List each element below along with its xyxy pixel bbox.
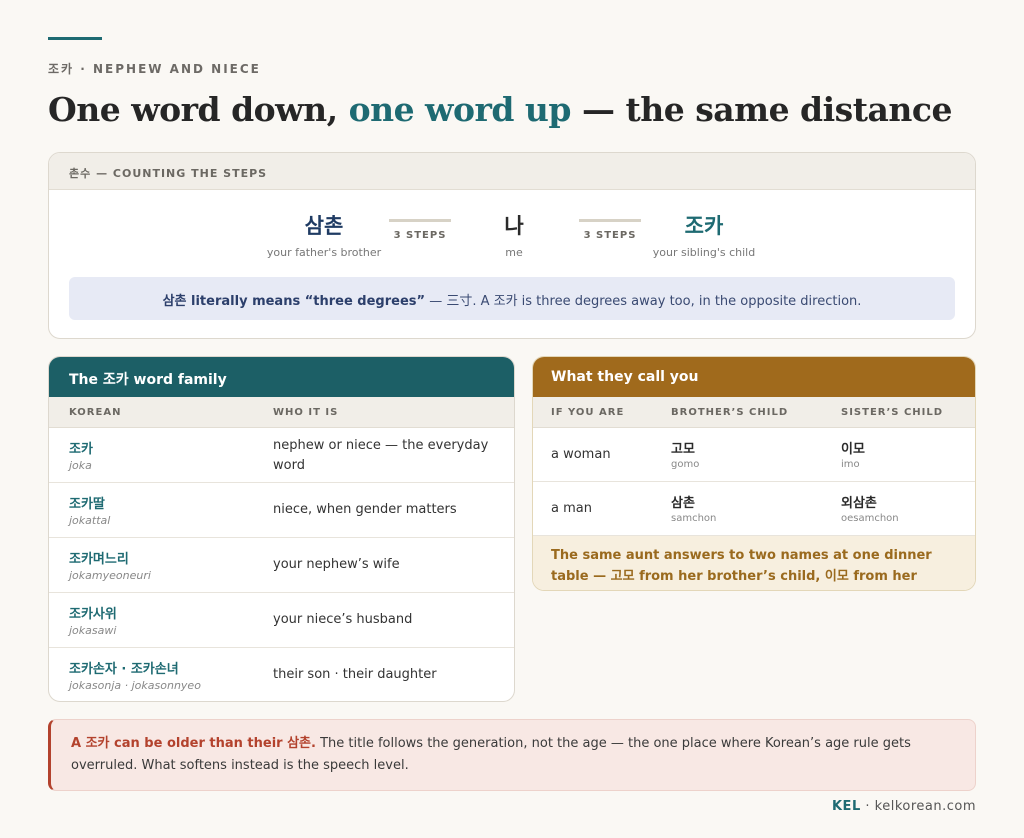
step-left-bar [389, 219, 451, 222]
node-samchon-gloss: your father's brother [266, 246, 382, 259]
col-who: WHO IT IS [273, 407, 339, 418]
table-row: a man 삼촌 samchon 외삼촌 oesamchon [533, 482, 975, 536]
row-roman: jokasawi [69, 624, 117, 637]
step-right-bar [579, 219, 641, 222]
table-row: 조카딸 jokattal niece, when gender matters [49, 483, 514, 538]
row-sister-term: 이모 [841, 442, 865, 457]
node-samchon: 삼촌 your father's brother [259, 210, 389, 259]
col-korean: KOREAN [69, 407, 122, 418]
row-meaning: your niece’s husband [273, 612, 413, 627]
footer-brand: KEL [831, 799, 861, 814]
table-row: a woman 고모 gomo 이모 imo [533, 428, 975, 482]
col-sisters-child: SISTER’S CHILD [841, 407, 944, 418]
headline-part2: — the same distance [571, 90, 952, 129]
table-row: 조카손자 · 조카손녀 jokasonja · jokasonnyeo thei… [49, 648, 514, 701]
row-meaning: nephew or niece — the everyday word [273, 438, 489, 473]
note-bold: 삼촌 literally means “three degrees” [162, 294, 426, 309]
call-you-title: What they call you [533, 357, 975, 397]
row-who: a woman [551, 447, 611, 462]
age-warning-callout: A 조카 can be older than their 삼촌. The tit… [48, 719, 976, 791]
footer-site: kelkorean.com [874, 799, 976, 814]
row-meaning: their son · their daughter [273, 667, 437, 682]
word-family-columns: KOREAN WHO IT IS [49, 397, 514, 428]
headline-accent: one word up [348, 90, 572, 129]
headline-part1: One word down, [48, 90, 349, 129]
row-sister-roman: oesamchon [841, 513, 899, 524]
top-accent-rule [48, 37, 102, 40]
row-roman: jokamyeoneuri [69, 569, 151, 582]
table-row: 조카며느리 jokamyeoneuri your nephew’s wife [49, 538, 514, 593]
row-korean: 조카손자 · 조카손녀 [69, 662, 179, 677]
step-left-label: 3 STEPS [393, 230, 447, 241]
step-left: 3 STEPS [385, 219, 455, 241]
three-degrees-note: 삼촌 literally means “three degrees” — 三寸.… [69, 277, 955, 320]
row-who: a man [551, 501, 592, 516]
page-title: One word down, one word up — the same di… [48, 90, 952, 129]
node-me: 나 me [489, 210, 539, 259]
node-joka-gloss: your sibling's child [652, 246, 756, 259]
footer-sep: · [860, 799, 875, 814]
row-brother-roman: gomo [671, 459, 700, 470]
eyebrow: 조카 · NEPHEW AND NIECE [48, 62, 261, 76]
row-korean: 조카 [69, 442, 93, 457]
col-if-you-are: IF YOU ARE [551, 407, 625, 418]
node-me-gloss: me [505, 246, 523, 259]
word-family-title: The 조카 word family [49, 357, 514, 397]
row-roman: joka [69, 459, 92, 472]
row-korean: 조카사위 [69, 607, 117, 622]
row-brother-term: 삼촌 [671, 496, 695, 511]
table-row: 조카 joka nephew or niece — the everyday w… [49, 428, 514, 483]
counting-card: 촌수 — COUNTING THE STEPS 삼촌 your father's… [48, 152, 976, 339]
row-meaning: your nephew’s wife [273, 557, 400, 572]
note-rest: — 三寸. A 조카 is three degrees away too, in… [425, 294, 862, 309]
step-right-label: 3 STEPS [583, 230, 637, 241]
row-brother-roman: samchon [671, 513, 717, 524]
row-sister-roman: imo [841, 459, 860, 470]
node-joka: 조카 your sibling's child [644, 210, 764, 259]
aunt-note: The same aunt answers to two names at on… [533, 536, 975, 590]
word-family-card: The 조카 word family KOREAN WHO IT IS 조카 j… [48, 356, 515, 702]
row-sister-term: 외삼촌 [841, 496, 877, 511]
node-samchon-word: 삼촌 [304, 214, 344, 238]
row-korean: 조카딸 [69, 497, 105, 512]
row-korean: 조카며느리 [69, 552, 129, 567]
col-brothers-child: BROTHER’S CHILD [671, 407, 789, 418]
call-you-columns: IF YOU ARE BROTHER’S CHILD SISTER’S CHIL… [533, 397, 975, 428]
footer-credit: KEL · kelkorean.com [832, 799, 976, 814]
row-meaning: niece, when gender matters [273, 502, 457, 517]
step-right: 3 STEPS [575, 219, 645, 241]
row-roman: jokattal [69, 514, 111, 527]
call-you-card: What they call you IF YOU ARE BROTHER’S … [532, 356, 976, 591]
node-joka-word: 조카 [684, 214, 724, 238]
table-row: 조카사위 jokasawi your niece’s husband [49, 593, 514, 648]
row-brother-term: 고모 [671, 442, 695, 457]
node-me-word: 나 [504, 214, 524, 238]
row-roman: jokasonja · jokasonnyeo [69, 679, 201, 692]
counting-label: 촌수 — COUNTING THE STEPS [49, 153, 975, 190]
warning-bold: A 조카 can be older than their 삼촌. [71, 736, 316, 751]
